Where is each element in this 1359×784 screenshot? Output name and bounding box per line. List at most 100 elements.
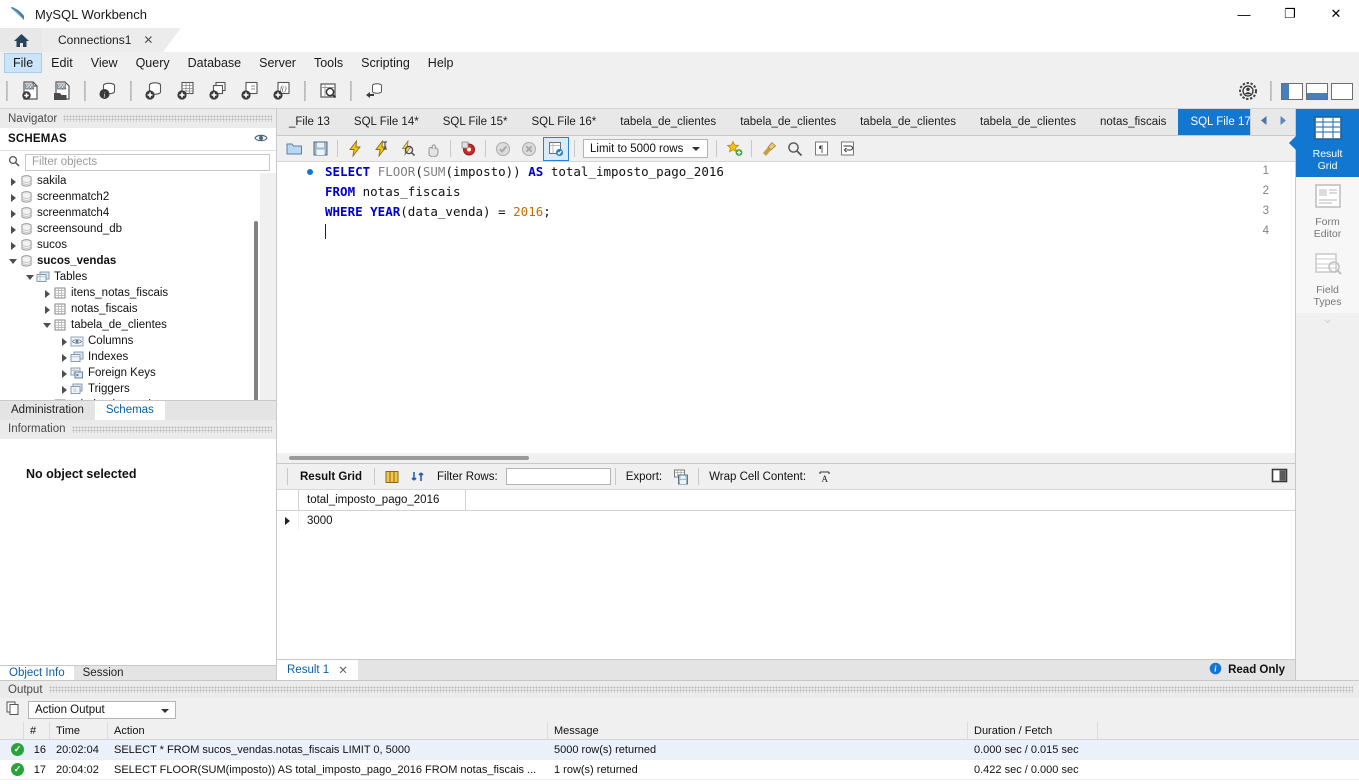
toggle-output-icon[interactable] [1306,82,1328,100]
wrap-icon[interactable]: A [813,466,837,488]
editor-tab-tabela-de-clientes[interactable]: tabela_de_clientes [848,109,969,135]
menu-edit[interactable]: Edit [42,53,82,73]
editor-tab-notas-fiscais[interactable]: notas_fiscais [1087,109,1179,135]
invisible-chars-icon[interactable]: ¶ [809,138,833,160]
open-script-icon[interactable] [282,138,306,160]
schema-tree[interactable]: sakila screenmatch2 screenmatch4 screensoun… [0,173,276,400]
home-tab[interactable] [0,28,42,52]
snippets-icon[interactable] [722,138,746,160]
add-function-icon[interactable]: f() [269,78,295,104]
result-grid-button[interactable]: Result Grid [1289,109,1359,177]
chevron-right-icon[interactable] [8,176,19,187]
menu-view[interactable]: View [82,53,127,73]
close-button[interactable]: ✕ [1313,0,1359,28]
eye-icon[interactable] [254,132,268,146]
arrow-left-icon[interactable] [1258,114,1271,130]
tree-item-sucos[interactable]: sucos [0,237,276,253]
toggle-secondary-sidebar-icon[interactable] [1331,82,1353,100]
tree-item-foreign-keys[interactable]: Foreign Keys [0,365,276,381]
menu-help[interactable]: Help [419,53,463,73]
autocommit-icon[interactable] [543,136,569,161]
tab-session[interactable]: Session [74,666,133,680]
grid-icon[interactable] [380,466,404,488]
schema-tree-scrollbar[interactable] [260,173,276,400]
grid-cell[interactable]: 3000 [299,515,465,527]
chevron-right-icon[interactable] [42,304,53,315]
refresh-icon[interactable] [406,466,430,488]
find-icon[interactable] [783,138,807,160]
filter-objects-input[interactable]: Filter objects [25,153,270,171]
tree-item-itens-notas-fiscais[interactable]: itens_notas_fiscais [0,285,276,301]
tree-item-screensound-db[interactable]: screensound_db [0,221,276,237]
editor-tab-sql-file-16-[interactable]: SQL File 16* [519,109,609,135]
copy-icon[interactable] [6,701,20,719]
connection-info-icon[interactable]: i [95,78,121,104]
tree-item-tabela-de-clientes[interactable]: tabela_de_clientes [0,317,276,333]
chevron-down-icon[interactable] [25,272,36,283]
editor-tab-sql-file-14-[interactable]: SQL File 14* [341,109,431,135]
tree-item-tabela-de-produtos[interactable]: tabela_de_produtos [0,397,276,400]
menu-server[interactable]: Server [250,53,305,73]
editor-tab-tabela-de-clientes[interactable]: tabela_de_clientes [728,109,849,135]
wrap-lines-icon[interactable] [835,138,859,160]
sql-code-editor[interactable]: SELECT FLOOR(SUM(imposto)) AS total_impo… [277,162,1295,463]
filter-rows-input[interactable] [505,468,611,485]
stop-icon[interactable] [421,138,445,160]
editor-tab-tabela-de-clientes[interactable]: tabela_de_clientes [608,109,729,135]
menu-tools[interactable]: Tools [305,53,352,73]
chevron-right-icon[interactable] [8,208,19,219]
chevron-down-icon[interactable] [42,320,53,331]
add-schema-icon[interactable] [141,78,167,104]
new-sql-file-icon[interactable]: SQL [17,78,43,104]
output-row[interactable]: ✓ 17 20:04:02 SELECT FLOOR(SUM(imposto)) AS… [0,760,1359,780]
chevron-right-icon[interactable] [59,384,70,395]
result-tab-1[interactable]: Result 1 ✕ [277,660,358,680]
connection-tab-connections1[interactable]: Connections1 ✕ [42,28,164,52]
rollback-icon[interactable] [517,138,541,160]
tree-item-screenmatch4[interactable]: screenmatch4 [0,205,276,221]
inspect-icon[interactable] [315,78,341,104]
limit-rows-select[interactable]: Limit to 5000 rows [583,139,708,158]
chevron-right-icon[interactable] [8,240,19,251]
chevron-right-icon[interactable] [59,352,70,363]
toggle-panel-icon[interactable] [1270,468,1289,486]
editor-tab--file-13[interactable]: _File 13 [277,109,342,135]
editor-tab-sql-file-15-[interactable]: SQL File 15* [430,109,520,135]
tree-item-triggers[interactable]: Triggers [0,381,276,397]
tree-item-indexes[interactable]: Indexes [0,349,276,365]
field-types-button[interactable]: Field Types [1296,245,1359,313]
tree-item-screenmatch2[interactable]: screenmatch2 [0,189,276,205]
add-table-icon[interactable] [173,78,199,104]
tree-item-notas-fiscais[interactable]: notas_fiscais [0,301,276,317]
commit-icon[interactable] [491,138,515,160]
close-icon[interactable]: ✕ [338,663,348,677]
row-selector[interactable] [277,511,299,530]
menu-query[interactable]: Query [127,53,179,73]
execute-icon[interactable] [343,138,367,160]
grid-column-header[interactable]: total_imposto_pago_2016 [299,490,466,510]
minimize-button[interactable]: — [1221,0,1267,28]
chevron-right-icon[interactable] [59,368,70,379]
add-view-icon[interactable] [205,78,231,104]
chevron-right-icon[interactable] [59,336,70,347]
schema-tree-scroll-thumb[interactable] [254,221,258,400]
chevron-down-icon[interactable] [8,256,19,267]
admin-icon[interactable] [1235,78,1261,104]
menu-scripting[interactable]: Scripting [352,53,419,73]
editor-tab-tabela-de-clientes[interactable]: tabela_de_clientes [968,109,1088,135]
toggle-stop-on-error-icon[interactable] [456,138,480,160]
menu-database[interactable]: Database [179,53,251,73]
tab-object-info[interactable]: Object Info [0,666,74,680]
output-row[interactable]: ✓ 16 20:02:04 SELECT * FROM sucos_vendas.no… [0,740,1359,760]
maximize-button[interactable]: ❐ [1267,0,1313,28]
tree-item-sakila[interactable]: sakila [0,173,276,189]
open-sql-file-icon[interactable]: SQL [49,78,75,104]
output-type-select[interactable]: Action Output [28,701,176,719]
result-grid[interactable]: total_imposto_pago_2016 3000 [277,490,1295,659]
form-editor-button[interactable]: Form Editor [1296,177,1359,245]
editor-horizontal-scrollbar[interactable] [277,453,1295,463]
chevron-right-icon[interactable] [42,288,53,299]
reconnect-icon[interactable] [361,78,387,104]
tree-item-sucos-vendas[interactable]: sucos_vendas [0,253,276,269]
export-icon[interactable] [669,466,693,488]
